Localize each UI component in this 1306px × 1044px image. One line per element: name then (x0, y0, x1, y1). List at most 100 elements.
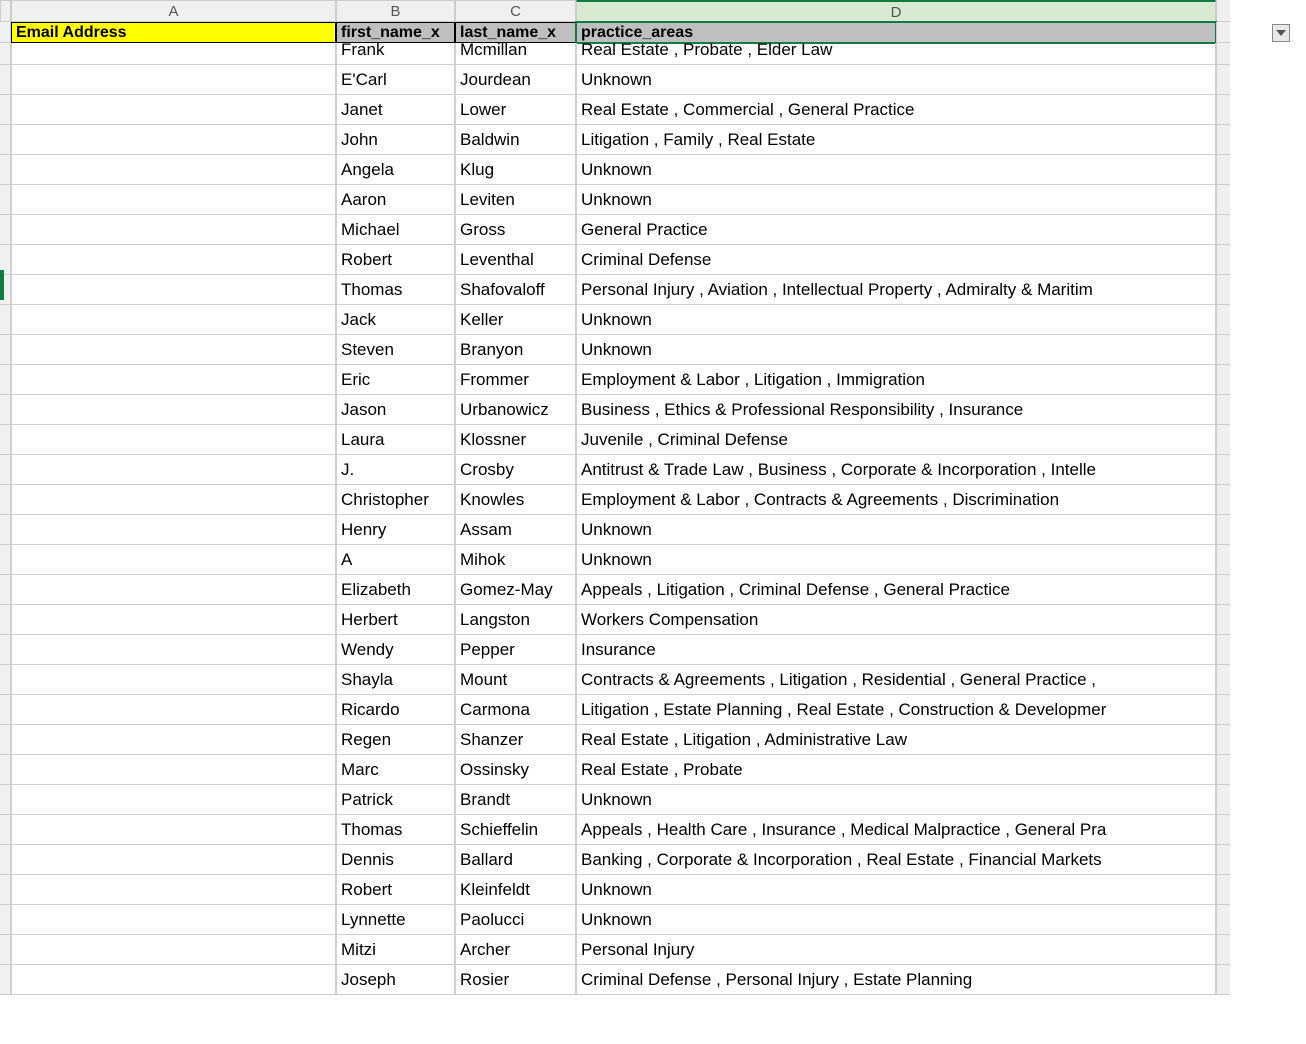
cell-first[interactable]: Lynnette (336, 905, 455, 935)
cell-first[interactable]: Laura (336, 425, 455, 455)
row-gutter[interactable] (0, 695, 11, 725)
cell-practice[interactable]: Unknown (576, 875, 1216, 905)
cell-last[interactable]: Branyon (455, 335, 576, 365)
cell-practice[interactable]: Unknown (576, 335, 1216, 365)
col-header-C[interactable]: C (455, 0, 576, 22)
row-gutter[interactable] (0, 965, 11, 995)
cell-last[interactable]: Shafovaloff (455, 275, 576, 305)
cell-email[interactable] (11, 635, 336, 665)
cell-email[interactable] (11, 395, 336, 425)
cell-last[interactable]: Ballard (455, 845, 576, 875)
cell-first[interactable]: Robert (336, 245, 455, 275)
cell-practice[interactable]: Employment & Labor , Contracts & Agreeme… (576, 485, 1216, 515)
cell-email[interactable] (11, 605, 336, 635)
row-gutter[interactable] (0, 725, 11, 755)
cell-email[interactable] (11, 845, 336, 875)
filter-dropdown-button[interactable] (1272, 24, 1290, 42)
cell-first[interactable]: Shayla (336, 665, 455, 695)
row-gutter[interactable] (0, 515, 11, 545)
cell-email[interactable] (11, 275, 336, 305)
cell-email[interactable] (11, 185, 336, 215)
cell-practice[interactable]: Contracts & Agreements , Litigation , Re… (576, 665, 1216, 695)
row-gutter[interactable] (0, 185, 11, 215)
header-practice-areas[interactable]: practice_areas (576, 22, 1216, 43)
cell-practice[interactable]: Antitrust & Trade Law , Business , Corpo… (576, 455, 1216, 485)
cell-last[interactable]: Crosby (455, 455, 576, 485)
cell-practice[interactable]: Criminal Defense (576, 245, 1216, 275)
cell-first[interactable]: Michael (336, 215, 455, 245)
cell-last[interactable]: Archer (455, 935, 576, 965)
cell-practice[interactable]: General Practice (576, 215, 1216, 245)
cell-email[interactable] (11, 125, 336, 155)
cell-first[interactable]: Joseph (336, 965, 455, 995)
row-gutter[interactable] (0, 785, 11, 815)
cell-first[interactable]: Aaron (336, 185, 455, 215)
cell-email[interactable] (11, 215, 336, 245)
cell-email[interactable] (11, 43, 336, 65)
row-gutter[interactable] (0, 545, 11, 575)
cell-practice[interactable]: Real Estate , Probate (576, 755, 1216, 785)
cell-practice[interactable]: Unknown (576, 155, 1216, 185)
cell-last[interactable]: Lower (455, 95, 576, 125)
row-gutter[interactable] (0, 395, 11, 425)
cell-last[interactable]: Langston (455, 605, 576, 635)
cell-practice[interactable]: Business , Ethics & Professional Respons… (576, 395, 1216, 425)
cell-practice[interactable]: Unknown (576, 545, 1216, 575)
cell-last[interactable]: Knowles (455, 485, 576, 515)
col-header-B[interactable]: B (336, 0, 455, 22)
row-gutter[interactable] (0, 125, 11, 155)
header-email[interactable]: Email Address (11, 22, 336, 43)
row-gutter[interactable] (0, 65, 11, 95)
cell-last[interactable]: Urbanowicz (455, 395, 576, 425)
cell-first[interactable]: John (336, 125, 455, 155)
cell-last[interactable]: Pepper (455, 635, 576, 665)
row-gutter[interactable] (0, 605, 11, 635)
spreadsheet-grid[interactable]: A B C D Email Address first_name_x last_… (0, 0, 1306, 995)
cell-last[interactable]: Rosier (455, 965, 576, 995)
cell-email[interactable] (11, 575, 336, 605)
cell-email[interactable] (11, 965, 336, 995)
header-last-name[interactable]: last_name_x (455, 22, 576, 43)
cell-first[interactable]: Marc (336, 755, 455, 785)
cell-last[interactable]: Leviten (455, 185, 576, 215)
cell-last[interactable]: Schieffelin (455, 815, 576, 845)
row-gutter[interactable] (0, 43, 11, 65)
cell-email[interactable] (11, 515, 336, 545)
row-gutter[interactable] (0, 905, 11, 935)
cell-last[interactable]: Frommer (455, 365, 576, 395)
cell-practice[interactable]: Unknown (576, 785, 1216, 815)
row-gutter[interactable] (0, 755, 11, 785)
cell-practice[interactable]: Litigation , Family , Real Estate (576, 125, 1216, 155)
cell-practice[interactable]: Real Estate , Probate , Elder Law (576, 43, 1216, 65)
cell-email[interactable] (11, 815, 336, 845)
cell-first[interactable]: Dennis (336, 845, 455, 875)
cell-first[interactable]: Regen (336, 725, 455, 755)
cell-last[interactable]: Mihok (455, 545, 576, 575)
cell-practice[interactable]: Litigation , Estate Planning , Real Esta… (576, 695, 1216, 725)
cell-practice[interactable]: Workers Compensation (576, 605, 1216, 635)
cell-last[interactable]: Jourdean (455, 65, 576, 95)
cell-email[interactable] (11, 485, 336, 515)
row-gutter[interactable] (0, 365, 11, 395)
row-gutter[interactable] (0, 665, 11, 695)
cell-last[interactable]: Assam (455, 515, 576, 545)
cell-practice[interactable]: Personal Injury (576, 935, 1216, 965)
row-gutter[interactable] (0, 22, 11, 43)
cell-first[interactable]: Patrick (336, 785, 455, 815)
cell-practice[interactable]: Unknown (576, 515, 1216, 545)
cell-first[interactable]: Jason (336, 395, 455, 425)
cell-email[interactable] (11, 365, 336, 395)
select-all-corner[interactable] (0, 0, 11, 22)
cell-practice[interactable]: Banking , Corporate & Incorporation , Re… (576, 845, 1216, 875)
cell-practice[interactable]: Unknown (576, 305, 1216, 335)
cell-practice[interactable]: Personal Injury , Aviation , Intellectua… (576, 275, 1216, 305)
cell-email[interactable] (11, 155, 336, 185)
cell-last[interactable]: Mcmillan (455, 43, 576, 65)
cell-first[interactable]: Ricardo (336, 695, 455, 725)
row-gutter[interactable] (0, 215, 11, 245)
cell-email[interactable] (11, 305, 336, 335)
cell-last[interactable]: Mount (455, 665, 576, 695)
cell-email[interactable] (11, 245, 336, 275)
cell-first[interactable]: Robert (336, 875, 455, 905)
cell-first[interactable]: Janet (336, 95, 455, 125)
